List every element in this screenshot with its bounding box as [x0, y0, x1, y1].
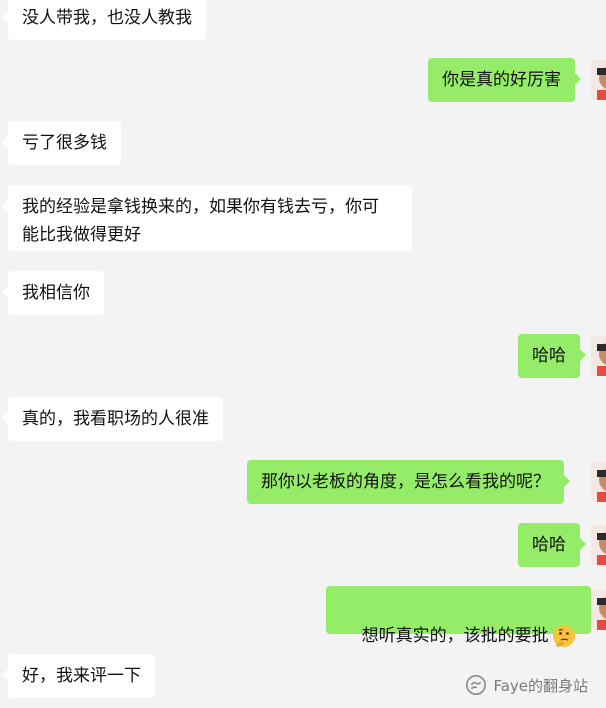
my-avatar[interactable] — [591, 60, 606, 100]
wechat-official-account-icon — [466, 675, 487, 695]
my-avatar[interactable] — [591, 462, 606, 502]
avatar-image — [591, 462, 606, 502]
message-bubble-outgoing[interactable]: 哈哈 — [518, 523, 586, 567]
thinking-face-emoji-icon — [552, 625, 575, 647]
message-bubble-outgoing[interactable]: 你是真的好厉害 — [428, 58, 581, 102]
message-text: 想听真实的，该批的要批 — [361, 626, 549, 646]
message-bubble-incoming[interactable]: 亏了很多钱 — [2, 121, 121, 165]
chat-conversation: 没人带我，也没人教我 你是真的好厉害 亏了很多钱 我的经验是拿钱换来的，如果你有… — [0, 0, 606, 708]
message-bubble-incoming[interactable]: 没人带我，也没人教我 — [2, 0, 206, 40]
avatar-image — [591, 590, 606, 630]
message-bubble-outgoing[interactable]: 想听真实的，该批的要批 — [326, 586, 597, 647]
account-watermark: Faye的翻身站 — [465, 674, 588, 696]
watermark-text: Faye的翻身站 — [493, 676, 588, 695]
message-bubble-outgoing[interactable]: 哈哈 — [518, 334, 586, 378]
message-bubble-incoming[interactable]: 真的，我看职场的人很准 — [2, 397, 223, 441]
my-avatar[interactable] — [591, 525, 606, 565]
my-avatar[interactable] — [591, 590, 606, 630]
message-bubble-incoming[interactable]: 好，我来评一下 — [2, 654, 155, 698]
avatar-image — [591, 60, 606, 100]
message-bubble-outgoing[interactable]: 那你以老板的角度，是怎么看我的呢？ — [247, 460, 570, 504]
avatar-image — [591, 525, 606, 565]
avatar-image — [591, 336, 606, 376]
my-avatar[interactable] — [591, 336, 606, 376]
message-bubble-incoming[interactable]: 我相信你 — [2, 271, 104, 315]
message-bubble-incoming[interactable]: 我的经验是拿钱换来的，如果你有钱去亏，你可 能比我做得更好 — [2, 185, 412, 251]
